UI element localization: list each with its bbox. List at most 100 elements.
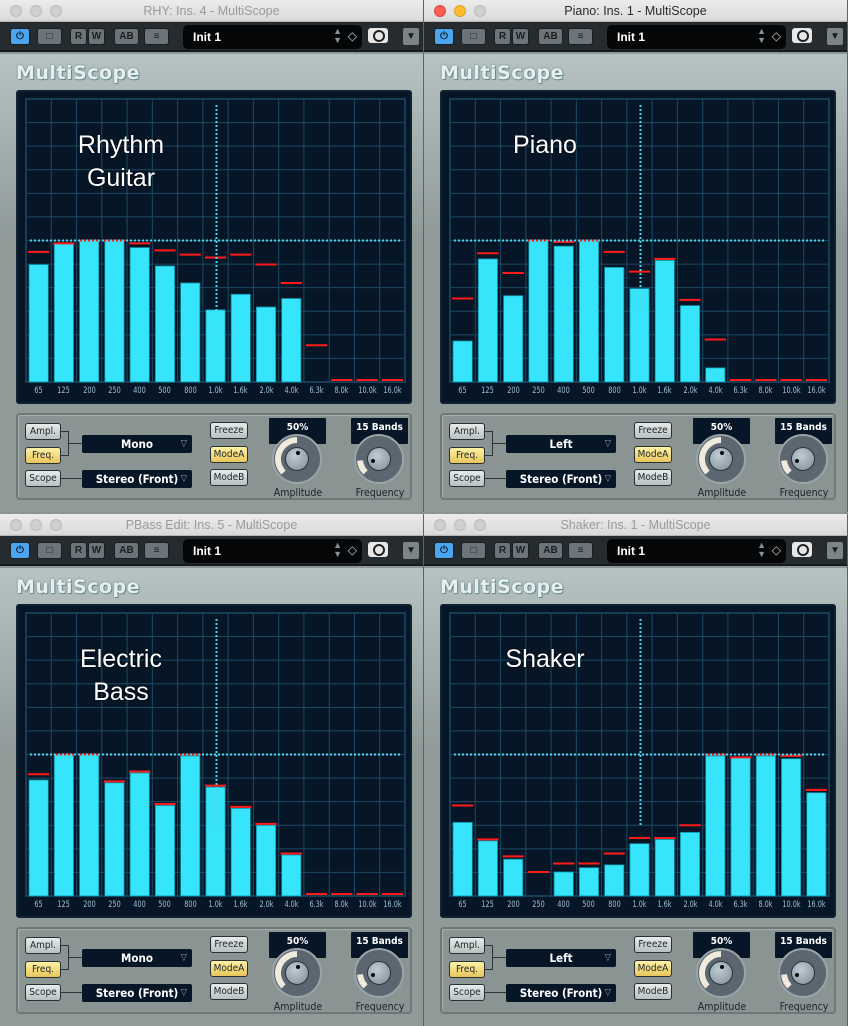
freeze-button[interactable]: Freeze xyxy=(634,936,672,953)
instrument-label: Piano xyxy=(513,131,577,159)
freeze-button[interactable]: Freeze xyxy=(210,422,248,439)
camera-icon[interactable] xyxy=(792,542,812,557)
mode-a-button[interactable]: ModeA xyxy=(634,446,672,463)
read-automation-button[interactable]: R xyxy=(494,542,511,559)
plugin-logo: MultiScope xyxy=(440,576,565,598)
preset-menu-icon[interactable]: ◇ xyxy=(348,29,357,43)
options-dropdown-button[interactable]: ▼ xyxy=(403,542,419,559)
scope-mode-button[interactable]: Scope xyxy=(25,470,61,487)
power-button[interactable]: ⏻ xyxy=(10,28,30,45)
compare-button[interactable]: □ xyxy=(461,28,486,45)
camera-icon[interactable] xyxy=(368,542,388,557)
options-dropdown-button[interactable]: ▼ xyxy=(403,28,419,45)
channel-select[interactable]: Left ▽ xyxy=(506,949,616,967)
preset-stepper-icon[interactable]: ▲ ▼ xyxy=(333,27,342,45)
mode-a-button[interactable]: ModeA xyxy=(634,960,672,977)
instrument-label: Rhythm Guitar xyxy=(77,131,165,192)
compare-button[interactable]: □ xyxy=(37,28,62,45)
stereo-mode-select[interactable]: Stereo (Front) ▽ xyxy=(82,984,192,1002)
frequency-mode-button[interactable]: Freq. xyxy=(25,961,61,978)
preset-menu-icon[interactable]: ◇ xyxy=(772,29,781,43)
frequency-tick-label: 10.0k xyxy=(781,900,801,910)
read-automation-button[interactable]: R xyxy=(494,28,511,45)
camera-icon[interactable] xyxy=(792,28,812,43)
amplitude-mode-button[interactable]: Ampl. xyxy=(25,423,61,440)
knob-value-arc xyxy=(781,460,792,475)
preset-stepper-icon[interactable]: ▲ ▼ xyxy=(333,541,342,559)
title-bar[interactable]: RHY: Ins. 4 - MultiScope xyxy=(0,0,423,22)
title-bar[interactable]: PBass Edit: Ins. 5 - MultiScope xyxy=(0,514,423,536)
preset-stepper-icon[interactable]: ▲ ▼ xyxy=(757,541,766,559)
channel-select[interactable]: Mono ▽ xyxy=(82,949,192,967)
stereo-mode-select[interactable]: Stereo (Front) ▽ xyxy=(82,470,192,488)
title-bar[interactable]: Piano: Ins. 1 - MultiScope xyxy=(424,0,847,22)
ab-compare-button[interactable]: AB xyxy=(114,542,139,559)
settings-menu-button[interactable]: ≡ xyxy=(568,28,593,45)
power-button[interactable]: ⏻ xyxy=(10,542,30,559)
mode-a-button[interactable]: ModeA xyxy=(210,446,248,463)
amplitude-knob[interactable] xyxy=(272,434,322,484)
power-icon: ⏻ xyxy=(16,31,24,42)
preset-selector[interactable]: Init 1 ▲ ▼ ◇ xyxy=(607,539,786,563)
options-dropdown-button[interactable]: ▼ xyxy=(827,28,843,45)
preset-stepper-icon[interactable]: ▲ ▼ xyxy=(757,27,766,45)
freeze-button[interactable]: Freeze xyxy=(210,936,248,953)
ab-compare-button[interactable]: AB xyxy=(114,28,139,45)
ab-compare-button[interactable]: AB xyxy=(538,28,563,45)
preset-selector[interactable]: Init 1 ▲ ▼ ◇ xyxy=(607,25,786,49)
level-bar xyxy=(28,779,49,897)
frequency-knob[interactable] xyxy=(778,434,828,484)
scope-mode-button[interactable]: Scope xyxy=(449,470,485,487)
settings-menu-button[interactable]: ≡ xyxy=(568,542,593,559)
amplitude-mode-button[interactable]: Ampl. xyxy=(449,937,485,954)
frequency-knob[interactable] xyxy=(778,948,828,998)
preset-menu-icon[interactable]: ◇ xyxy=(348,543,357,557)
power-button[interactable]: ⏻ xyxy=(434,28,454,45)
title-bar[interactable]: Shaker: Ins. 1 - MultiScope xyxy=(424,514,847,536)
frequency-mode-button[interactable]: Freq. xyxy=(449,447,485,464)
power-button[interactable]: ⏻ xyxy=(434,542,454,559)
settings-menu-button[interactable]: ≡ xyxy=(144,542,169,559)
compare-button[interactable]: □ xyxy=(37,542,62,559)
scope-mode-button[interactable]: Scope xyxy=(449,984,485,1001)
ab-compare-button[interactable]: AB xyxy=(538,542,563,559)
channel-select[interactable]: Left ▽ xyxy=(506,435,616,453)
freeze-button[interactable]: Freeze xyxy=(634,422,672,439)
mode-b-button[interactable]: ModeB xyxy=(634,469,672,486)
preset-menu-icon[interactable]: ◇ xyxy=(772,543,781,557)
settings-menu-button[interactable]: ≡ xyxy=(144,28,169,45)
write-automation-button[interactable]: W xyxy=(88,28,105,45)
scope-mode-button[interactable]: Scope xyxy=(25,984,61,1001)
frequency-tick-label: 65 xyxy=(458,900,467,910)
read-automation-button[interactable]: R xyxy=(70,542,87,559)
stereo-mode-select[interactable]: Stereo (Front) ▽ xyxy=(506,984,616,1002)
mode-b-button[interactable]: ModeB xyxy=(634,983,672,1000)
amplitude-mode-button[interactable]: Ampl. xyxy=(449,423,485,440)
channel-select[interactable]: Mono ▽ xyxy=(82,435,192,453)
compare-button[interactable]: □ xyxy=(461,542,486,559)
stereo-mode-select[interactable]: Stereo (Front) ▽ xyxy=(506,470,616,488)
read-automation-button[interactable]: R xyxy=(70,28,87,45)
frequency-knob[interactable] xyxy=(354,434,404,484)
frequency-axis: 65 125 200 250 400 500 800 1.0k 1.6k 2.0k 4.0k 6.3k… xyxy=(450,386,829,400)
frequency-knob[interactable] xyxy=(354,948,404,998)
amplitude-knob[interactable] xyxy=(272,948,322,998)
write-automation-button[interactable]: W xyxy=(512,28,529,45)
options-dropdown-button[interactable]: ▼ xyxy=(827,542,843,559)
write-automation-button[interactable]: W xyxy=(512,542,529,559)
amplitude-mode-button[interactable]: Ampl. xyxy=(25,937,61,954)
mode-a-button[interactable]: ModeA xyxy=(210,960,248,977)
power-icon: ⏻ xyxy=(16,545,24,556)
frequency-mode-button[interactable]: Freq. xyxy=(25,447,61,464)
amplitude-knob[interactable] xyxy=(696,948,746,998)
plugin-body: MultiScope Piano 65 125 200 250 400 500 800 1.0… xyxy=(424,54,847,512)
amplitude-knob[interactable] xyxy=(696,434,746,484)
preset-selector[interactable]: Init 1 ▲ ▼ ◇ xyxy=(183,539,362,563)
write-automation-button[interactable]: W xyxy=(88,542,105,559)
frequency-tick-label: 1.0k xyxy=(632,386,647,396)
frequency-mode-button[interactable]: Freq. xyxy=(449,961,485,978)
mode-b-button[interactable]: ModeB xyxy=(210,469,248,486)
preset-selector[interactable]: Init 1 ▲ ▼ ◇ xyxy=(183,25,362,49)
mode-b-button[interactable]: ModeB xyxy=(210,983,248,1000)
camera-icon[interactable] xyxy=(368,28,388,43)
